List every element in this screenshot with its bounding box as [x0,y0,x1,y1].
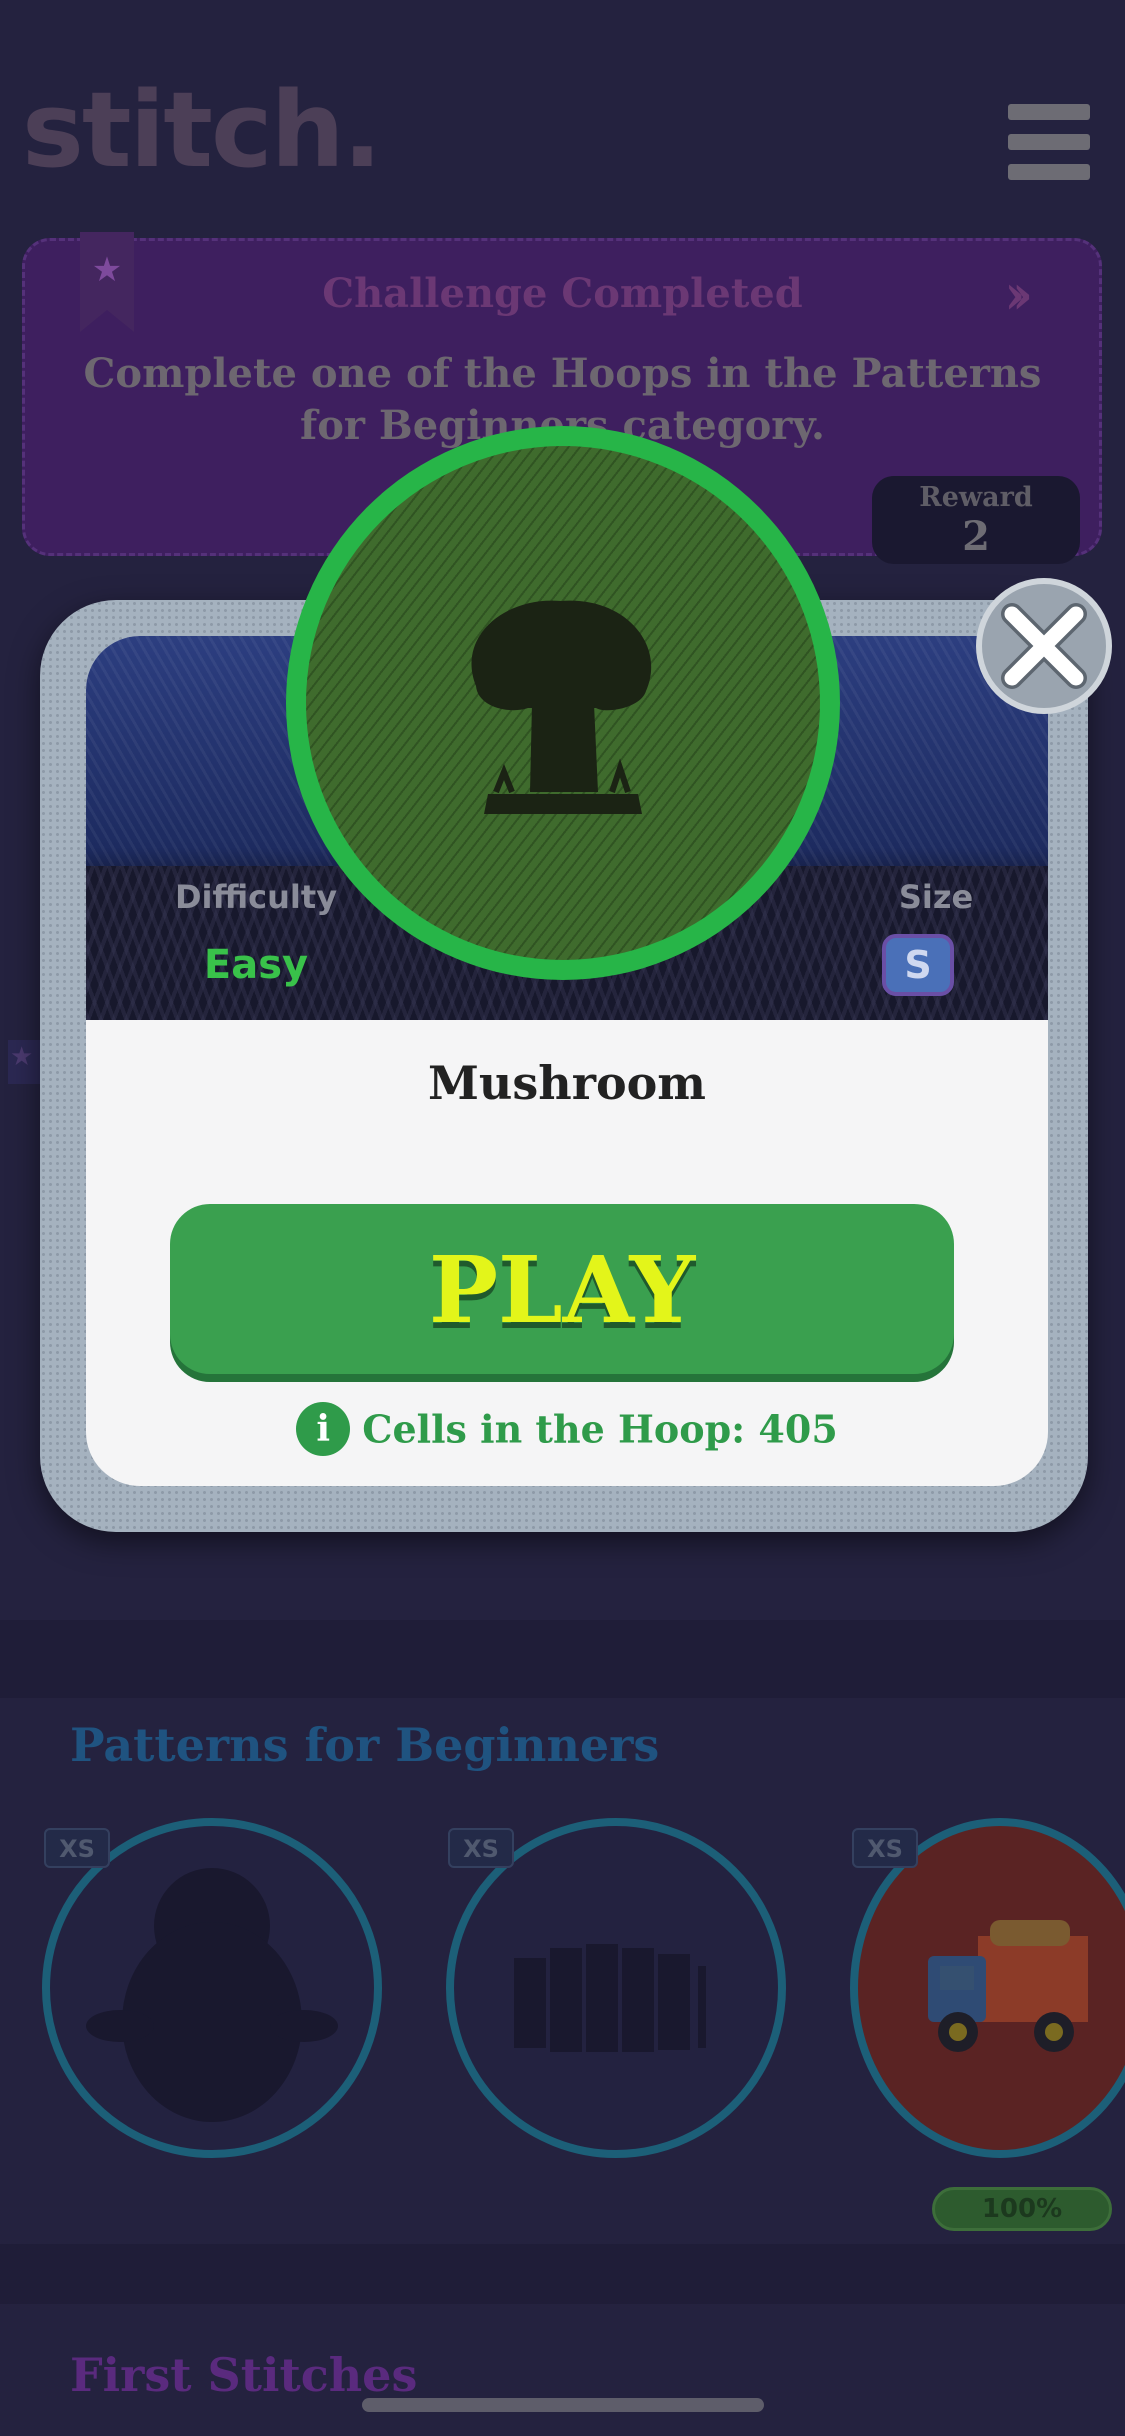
cells-count: Cells in the Hoop: 405 [362,1406,838,1452]
hoop-fabric [306,446,820,960]
close-icon [1001,603,1087,689]
app-logo: stitch. [22,78,382,182]
penguin-silhouette-icon [86,1868,338,2122]
progress-badge: 100% [932,2187,1112,2231]
fence-silhouette-icon [514,1944,706,2052]
size-label: Size [898,878,974,916]
home-indicator[interactable] [362,2398,764,2412]
size-badge: XS [44,1828,110,1868]
reward-label: Reward [919,482,1033,513]
play-button[interactable]: PLAY [170,1204,954,1374]
size-badge: S [882,934,954,996]
close-button[interactable] [976,578,1112,714]
truck-icon [928,1920,1088,2052]
hoop-card[interactable] [42,1818,382,2158]
challenge-title: Challenge Completed [322,270,803,317]
cells-info: i Cells in the Hoop: 405 [86,1402,1048,1456]
hoop-preview [286,426,840,980]
section-title-first-stitches: First Stitches [70,2348,418,2402]
double-chevron-right-icon[interactable]: ›› [1004,262,1033,326]
size-badge: XS [852,1828,918,1868]
info-icon: i [296,1402,351,1456]
hoop-card[interactable] [446,1818,786,2158]
section-divider [0,1620,1125,1698]
star-icon: ★ [91,250,123,290]
hoop-name: Mushroom [428,1056,706,1110]
reward-value: 2 [962,513,990,560]
size-badge: XS [448,1828,514,1868]
logo-text: stitch. [22,69,382,191]
section-title-patterns-for-beginners: Patterns for Beginners [70,1718,660,1772]
section-divider [0,2244,1125,2304]
menu-icon [1008,104,1090,120]
hoop-card[interactable] [850,1818,1125,2158]
reward-box: Reward 2 [872,476,1080,564]
star-icon: ★ [10,1042,34,1072]
menu-button[interactable] [1008,104,1090,180]
mushroom-icon [471,600,652,814]
